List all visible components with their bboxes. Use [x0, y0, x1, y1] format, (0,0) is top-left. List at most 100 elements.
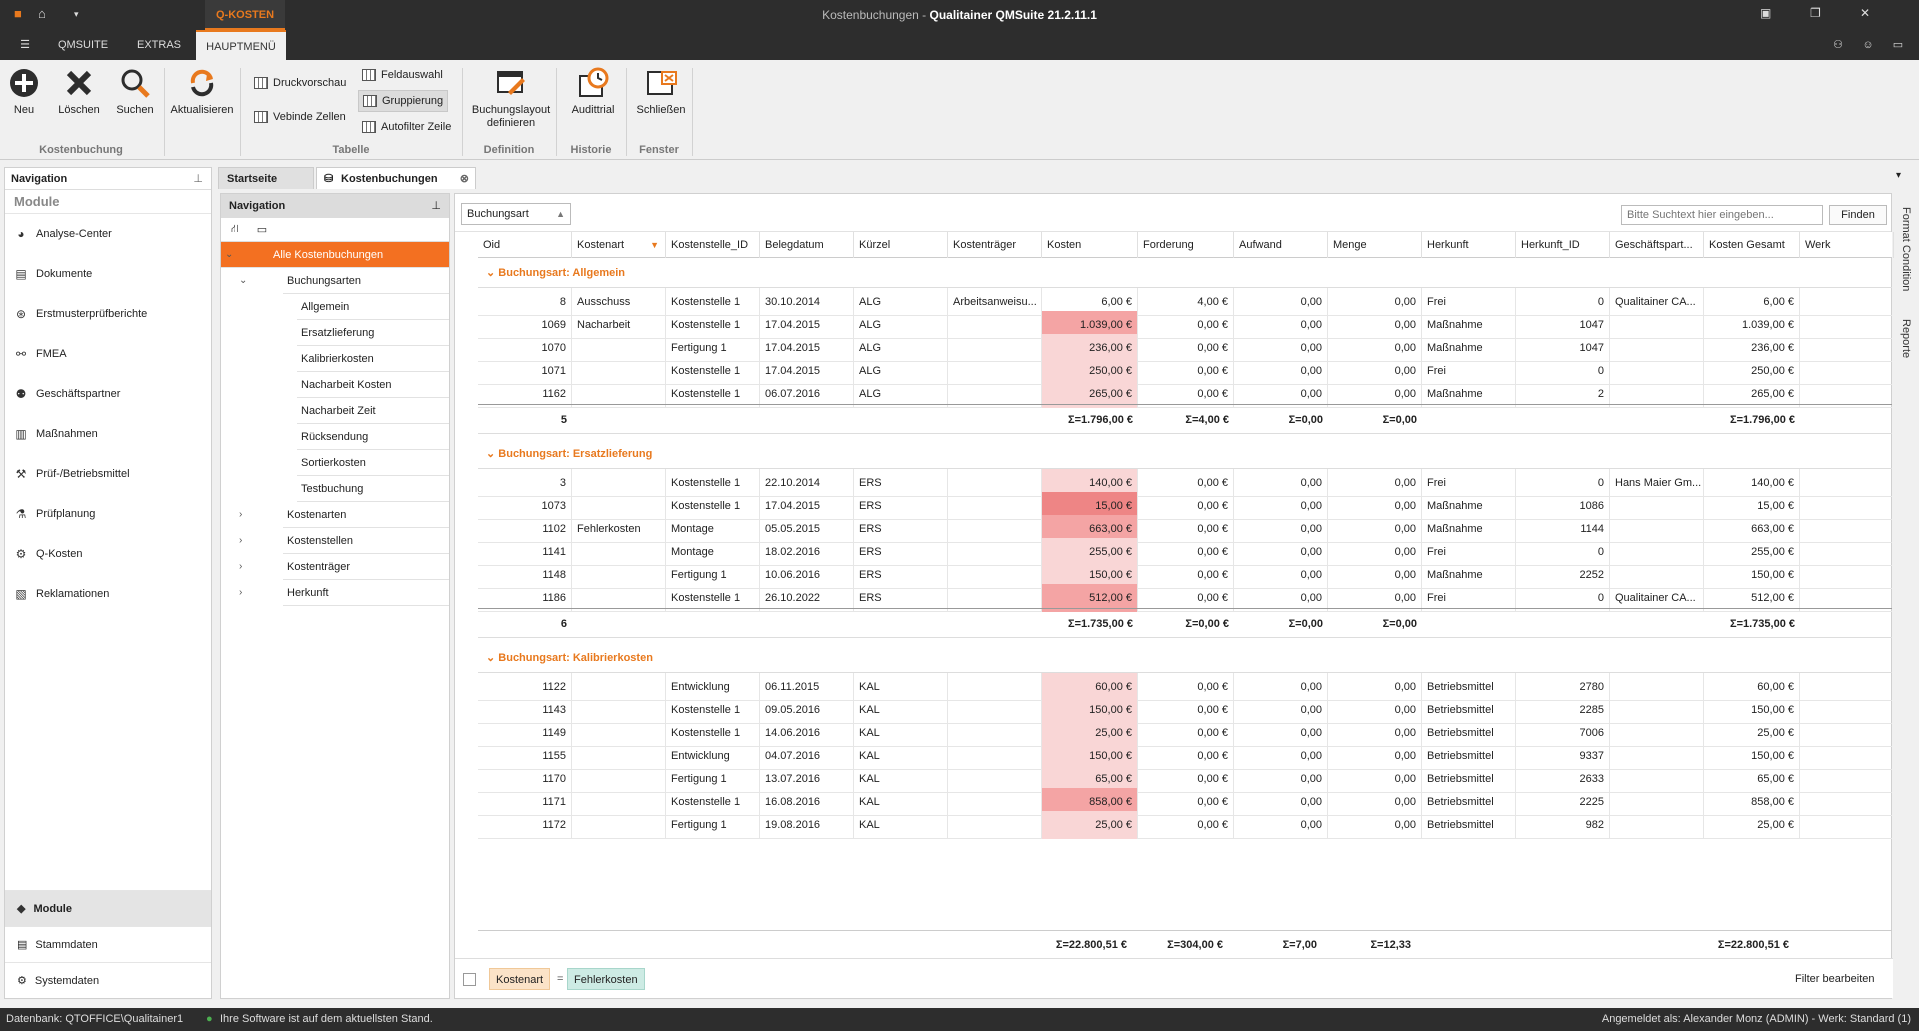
tree-collapse-icon[interactable]: › — [239, 528, 242, 554]
tree-node-buchungsart[interactable]: Rücksendung — [297, 424, 449, 450]
cell-kostenstelle[interactable]: Fertigung 1 — [666, 811, 760, 839]
panel-icon[interactable]: ▭ — [1886, 30, 1910, 60]
chevron-down-icon[interactable]: ⌄ — [486, 267, 498, 279]
autofilter-row-button[interactable]: Autofilter Zeile — [358, 116, 455, 138]
cell-kostentraeger[interactable] — [948, 811, 1042, 839]
tab-startseite[interactable]: Startseite — [218, 167, 314, 189]
nav-bottom-systemdaten[interactable]: ⚙ Systemdaten — [5, 962, 211, 998]
cell-herkunft[interactable]: Betriebsmittel — [1422, 811, 1516, 839]
cell-menge[interactable]: 0,00 — [1328, 811, 1422, 839]
column-header-forderung[interactable]: Forderung — [1138, 232, 1234, 258]
cell-belegdatum[interactable]: 19.08.2016 — [760, 811, 854, 839]
audit-trail-button[interactable]: Audittrial — [566, 66, 620, 116]
module-item-fmea[interactable]: ⚯ FMEA — [5, 334, 211, 374]
cell-kuerzel[interactable]: KAL — [854, 811, 948, 839]
refresh-button[interactable]: Aktualisieren — [168, 66, 236, 116]
tab-extras[interactable]: EXTRAS — [124, 30, 194, 60]
module-item-q-kosten[interactable]: ⚙ Q-Kosten — [5, 534, 211, 574]
close-window-button[interactable]: Schließen — [634, 66, 688, 116]
column-header-werk[interactable]: Werk — [1800, 232, 1894, 258]
module-item-analyse-center[interactable]: ◕ Analyse-Center — [5, 214, 211, 254]
cell-kosten-gesamt[interactable]: 25,00 € — [1704, 811, 1800, 839]
cell-oid[interactable]: 1172 — [478, 811, 572, 839]
column-header-kosten[interactable]: Kosten — [1042, 232, 1138, 258]
edit-filter-link[interactable]: Filter bearbeiten — [1789, 968, 1881, 990]
filter-value-chip[interactable]: Fehlerkosten — [567, 968, 645, 990]
tree-expand-buchungsarten-icon[interactable]: ⌄ — [239, 268, 247, 294]
ribbon-collapse-icon[interactable]: ▾ — [1896, 170, 1901, 181]
module-item-reklamationen[interactable]: ▧ Reklamationen — [5, 574, 211, 614]
group-row[interactable]: ⌄ Buchungsart: Allgemein — [478, 258, 1892, 288]
tree-node-buchungsart[interactable]: Ersatzlieferung — [297, 320, 449, 346]
find-button[interactable]: Finden — [1829, 205, 1887, 225]
collapse-all-icon[interactable]: ▭ — [257, 223, 267, 236]
grouping-button[interactable]: Gruppierung — [358, 90, 449, 112]
column-header-menge[interactable]: Menge — [1328, 232, 1422, 258]
module-item-massnahmen[interactable]: ▥ Maßnahmen — [5, 414, 211, 454]
subnav-pin-icon[interactable]: ⊥ — [431, 194, 441, 218]
group-row[interactable]: ⌄ Buchungsart: Kalibrierkosten — [478, 643, 1892, 673]
tab-hauptmenue[interactable]: HAUPTMENÜ — [196, 30, 286, 60]
tree-node-category[interactable]: Kostenträger — [283, 554, 449, 580]
tree-node-category[interactable]: Kostenarten — [283, 502, 449, 528]
cell-werk[interactable] — [1800, 811, 1893, 839]
group-by-chip[interactable]: Buchungsart ▲ — [461, 203, 571, 225]
tree-expand-root-icon[interactable]: ⌄ — [225, 242, 233, 268]
close-icon[interactable]: ✕ — [1860, 6, 1870, 20]
column-header-geschaeftspartner[interactable]: Geschäftspart... — [1610, 232, 1704, 258]
tree-hierarchy-icon[interactable]: ⛙ — [231, 223, 239, 237]
user-search-icon[interactable]: ⚇ — [1826, 30, 1850, 60]
column-header-kuerzel[interactable]: Kürzel — [854, 232, 948, 258]
tree-node-buchungsarten[interactable]: Buchungsarten — [283, 268, 449, 294]
tree-collapse-icon[interactable]: › — [239, 554, 242, 580]
filter-field-chip[interactable]: Kostenart — [489, 968, 551, 990]
tree-node-buchungsart[interactable]: Testbuchung — [297, 476, 449, 502]
booking-layout-button[interactable]: Buchungslayout definieren — [470, 66, 552, 130]
restore-layout-icon[interactable]: ▣ — [1760, 6, 1771, 20]
cell-geschaeftspartner[interactable] — [1610, 811, 1704, 839]
module-item-pruefplanung[interactable]: ⚗ Prüfplanung — [5, 494, 211, 534]
pin-icon[interactable]: ⊥ — [193, 168, 203, 190]
field-chooser-button[interactable]: Feldauswahl — [358, 64, 447, 86]
tree-node-buchungsart[interactable]: Allgemein — [297, 294, 449, 320]
column-header-kosten-gesamt[interactable]: Kosten Gesamt — [1704, 232, 1800, 258]
cell-herkunft-id[interactable]: 982 — [1516, 811, 1610, 839]
tree-collapse-icon[interactable]: › — [239, 502, 242, 528]
group-row[interactable]: ⌄ Buchungsart: Ersatzlieferung — [478, 439, 1892, 469]
column-header-kostenart[interactable]: Kostenart ▼ — [572, 232, 666, 258]
tab-qmsuite[interactable]: QMSUITE — [48, 30, 118, 60]
module-item-geschaeftspartner[interactable]: ⚉ Geschäftspartner — [5, 374, 211, 414]
column-header-aufwand[interactable]: Aufwand — [1234, 232, 1328, 258]
format-condition-tab[interactable]: Format Condition — [1900, 207, 1912, 291]
merge-cells-button[interactable]: Vebinde Zellen — [250, 106, 350, 128]
tree-node-category[interactable]: Kostenstellen — [283, 528, 449, 554]
column-header-herkunft-id[interactable]: Herkunft_ID — [1516, 232, 1610, 258]
tree-node-alle-kostenbuchungen[interactable]: Alle Kostenbuchungen — [221, 242, 449, 268]
module-item-dokumente[interactable]: ▤ Dokumente — [5, 254, 211, 294]
tree-node-buchungsart[interactable]: Kalibrierkosten — [297, 346, 449, 372]
reporte-tab[interactable]: Reporte — [1900, 319, 1912, 358]
user-icon[interactable]: ☺ — [1856, 30, 1880, 60]
module-item-pruefmittel[interactable]: ⚒ Prüf-/Betriebsmittel — [5, 454, 211, 494]
tab-close-icon[interactable]: ⊗ — [460, 168, 469, 190]
maximize-icon[interactable]: ❐ — [1810, 6, 1821, 20]
tree-node-buchungsart[interactable]: Sortierkosten — [297, 450, 449, 476]
filter-enable-checkbox[interactable] — [463, 973, 476, 986]
nav-bottom-stammdaten[interactable]: ▤ Stammdaten — [5, 926, 211, 962]
table-row[interactable]: 1172 Fertigung 1 19.08.2016 KAL 25,00 €0,00 … — [478, 811, 1892, 839]
cell-kostenart[interactable] — [572, 811, 666, 839]
tree-collapse-icon[interactable]: › — [239, 580, 242, 606]
module-item-erstmuster[interactable]: ⊛ Erstmusterprüfberichte — [5, 294, 211, 334]
tree-node-buchungsart[interactable]: Nacharbeit Zeit — [297, 398, 449, 424]
cell-kosten[interactable]: 25,00 € — [1042, 811, 1138, 839]
delete-button[interactable]: Löschen — [54, 66, 104, 116]
filter-funnel-icon[interactable]: ▼ — [650, 232, 659, 258]
tab-kostenbuchungen[interactable]: ⛁ Kostenbuchungen ⊗ — [316, 167, 476, 189]
column-header-oid[interactable]: Oid — [478, 232, 572, 258]
search-button[interactable]: Suchen — [112, 66, 158, 116]
column-header-kostentraeger[interactable]: Kostenträger — [948, 232, 1042, 258]
nav-bottom-module[interactable]: ◆ Module — [5, 890, 211, 926]
new-button[interactable]: Neu — [4, 66, 44, 116]
chevron-down-icon[interactable]: ⌄ — [486, 448, 498, 460]
cell-forderung[interactable]: 0,00 € — [1138, 811, 1234, 839]
